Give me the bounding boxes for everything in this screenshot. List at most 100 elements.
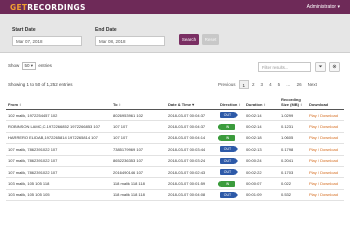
play-link[interactable]: Play [309, 158, 317, 163]
play-link[interactable]: Play [309, 147, 317, 152]
filter-button[interactable]: ⏷ [315, 62, 326, 72]
col-from[interactable]: From ↕ [6, 96, 111, 110]
cell-to: 7385179969 107 [111, 143, 166, 156]
cell-duration: 00:01:09 [244, 189, 279, 202]
reset-button[interactable]: Reset [202, 34, 219, 45]
cell-datetime: 2018-03-07 00:03:24 [166, 155, 218, 167]
cell-from: 102 malik, 1972254457 102 [6, 109, 111, 122]
cell-from: 107 malik, 7862391022 107 [6, 155, 111, 167]
pagination-next[interactable]: Next [305, 80, 320, 89]
cell-from: 103 malik, 105 105 105 [6, 189, 111, 202]
download-link[interactable]: Download [320, 181, 338, 186]
funnel-icon: ⏷ [318, 64, 323, 70]
direction-badge: IN [218, 123, 235, 130]
col-direction[interactable]: Direction ↕ [218, 96, 244, 110]
cell-actions: Play / Download [307, 109, 344, 122]
cell-size: 0.1703 [279, 166, 307, 179]
direction-badge: OUT [220, 157, 238, 164]
cell-to: 8026953961 102 [111, 109, 166, 122]
cell-from: 103 malik, 105 105 118 [6, 177, 111, 190]
play-link[interactable]: Play [309, 113, 317, 118]
cell-from: 107 malik, 7862391022 107 [6, 166, 111, 179]
cell-actions: Play / Download [307, 177, 344, 190]
col-to[interactable]: To ↕ [111, 96, 166, 110]
table-row: ROBINSON LAMC,C.1972266852 1972266853 10… [6, 120, 344, 133]
download-link[interactable]: Download [320, 113, 338, 118]
cell-actions: Play / Download [307, 132, 344, 145]
filter-results-input[interactable]: Filter results... [258, 62, 311, 72]
direction-badge: OUT [220, 169, 238, 176]
play-link[interactable]: Play [309, 192, 317, 197]
date-filter-bar: Start Date Mar 07, 2018 End Date Mar 08,… [0, 14, 350, 53]
cell-duration: 00:02:14 [244, 109, 279, 122]
end-date-input[interactable]: Mar 08, 2018 [95, 36, 165, 46]
download-link[interactable]: Download [320, 135, 338, 140]
page-5[interactable]: 5 [275, 80, 284, 89]
cell-datetime: 2018-03-07 00:03:44 [166, 143, 218, 156]
direction-badge: OUT [220, 112, 238, 119]
download-link[interactable]: Download [320, 170, 338, 175]
table-body: 102 malik, 1972254457 102 8026953961 102 2… [6, 109, 344, 202]
cell-datetime: 2018-03-07 00:04:14 [166, 132, 218, 145]
table-row: 107 malik, 7862391022 107 7385179969 107 2… [6, 143, 344, 156]
cell-size: 0.2041 [279, 155, 307, 167]
play-link[interactable]: Play [309, 124, 317, 129]
play-link[interactable]: Play [309, 170, 317, 175]
entries-length-control: Show 50 ▾ entries [8, 62, 52, 70]
cell-duration: 00:00:24 [244, 155, 279, 167]
pagination-previous[interactable]: Previous [215, 80, 239, 89]
search-button[interactable]: Search [179, 34, 199, 45]
page-4[interactable]: 4 [266, 80, 275, 89]
direction-badge: IN [218, 180, 235, 187]
page-2[interactable]: 2 [249, 80, 258, 89]
cell-direction: IN [218, 177, 244, 190]
col-download: Download [307, 96, 344, 110]
cell-direction: OUT [218, 189, 244, 202]
cell-from: ROBINSON LAMC,C.1972266852 1972266853 10… [6, 120, 111, 133]
col-datetime[interactable]: Date & Time ▾ [166, 96, 218, 110]
table-row: 103 malik, 105 105 118 118 malik 118 118 2… [6, 177, 344, 190]
table-row: HARRERO ELIDAB,1972265814 1972265814 107… [6, 132, 344, 145]
download-link[interactable]: Download [320, 124, 338, 129]
cell-duration: 00:02:14 [244, 120, 279, 133]
cell-from: 107 malik, 7862391022 107 [6, 143, 111, 156]
cell-size: 1.0605 [279, 132, 307, 145]
cell-datetime: 2018-03-07 00:01:59 [166, 177, 218, 190]
user-menu[interactable]: Administrator ▾ [307, 4, 340, 10]
brand-logo[interactable]: GETRECORDINGS [10, 3, 86, 12]
col-size[interactable]: Recording Size (MB) ↕ [279, 96, 307, 110]
table-info: Showing 1 to 50 of 1,252 entries [8, 82, 73, 87]
table-header-row: From ↕ To ↕ Date & Time ▾ Direction ↕ Du… [6, 96, 344, 110]
page-1[interactable]: 1 [238, 80, 250, 89]
download-link[interactable]: Download [320, 192, 338, 197]
cell-to: 118 malik 118 118 [111, 177, 166, 190]
play-link[interactable]: Play [309, 181, 317, 186]
download-link[interactable]: Download [320, 147, 338, 152]
cell-duration: 00:00:07 [244, 177, 279, 190]
page-ellipsis: … [286, 82, 291, 87]
recordings-table: From ↕ To ↕ Date & Time ▾ Direction ↕ Du… [6, 96, 344, 202]
play-link[interactable]: Play [309, 135, 317, 140]
clear-filter-button[interactable]: ⊗ [329, 62, 340, 72]
cell-size: 0.1798 [279, 143, 307, 156]
clear-icon: ⊗ [332, 64, 337, 70]
cell-to: 8652236353 107 [111, 155, 166, 167]
entries-select[interactable]: 50 ▾ [21, 62, 37, 70]
download-link[interactable]: Download [320, 158, 338, 163]
cell-direction: OUT [218, 109, 244, 122]
table-row: 107 malik, 7862391022 107 2016490146 107 2… [6, 166, 344, 179]
cell-to: 2016490146 107 [111, 166, 166, 179]
direction-badge: IN [218, 134, 235, 141]
table-row: 102 malik, 1972254457 102 8026953961 102 2… [6, 109, 344, 122]
cell-size: 1.0299 [279, 109, 307, 122]
cell-direction: IN [218, 132, 244, 145]
cell-datetime: 2018-03-07 00:02:43 [166, 166, 218, 179]
page-26[interactable]: 26 [294, 80, 305, 89]
table-row: 103 malik, 105 105 105 118 malik 118 118 2… [6, 189, 344, 202]
page-3[interactable]: 3 [258, 80, 267, 89]
col-duration[interactable]: Duration ↕ [244, 96, 279, 110]
cell-datetime: 2018-03-07 00:04:37 [166, 120, 218, 133]
start-date-input[interactable]: Mar 07, 2018 [12, 36, 82, 46]
cell-actions: Play / Download [307, 189, 344, 202]
cell-to: 118 malik 118 118 [111, 189, 166, 202]
